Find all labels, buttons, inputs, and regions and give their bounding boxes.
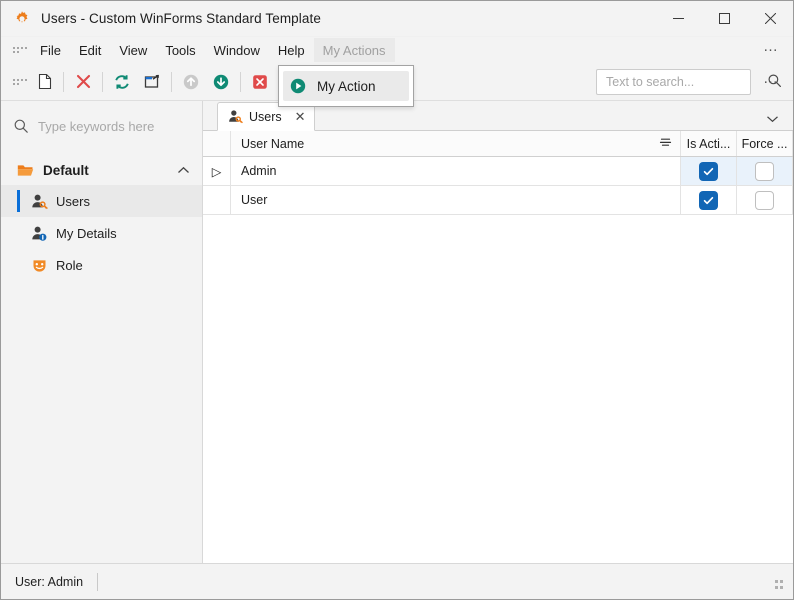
- status-bar: User: Admin: [1, 563, 793, 599]
- chevron-up-icon[interactable]: [177, 163, 190, 178]
- export-icon[interactable]: [137, 68, 167, 96]
- app-window: Users - Custom WinForms Standard Templat…: [0, 0, 794, 600]
- toolbar-separator: [63, 71, 64, 92]
- mask-icon: [31, 257, 48, 274]
- move-down-icon[interactable]: [206, 68, 236, 96]
- sidebar-item-users[interactable]: Users: [1, 185, 202, 217]
- move-up-icon[interactable]: [176, 68, 206, 96]
- status-separator: [97, 572, 99, 591]
- grid-empty-area: [203, 215, 793, 563]
- minimize-button[interactable]: [655, 1, 701, 37]
- play-circle-icon: [289, 77, 307, 95]
- close-button[interactable]: [747, 1, 793, 37]
- close-icon[interactable]: ✕: [295, 110, 306, 123]
- cell-user-name[interactable]: User: [231, 186, 681, 214]
- sidebar-group-default[interactable]: Default: [1, 155, 202, 185]
- grid-header-force[interactable]: Force ...: [737, 131, 793, 156]
- sidebar-item-my-details[interactable]: My Details: [1, 217, 202, 249]
- row-indicator: ▷: [203, 157, 231, 185]
- sidebar-item-label: Users: [56, 193, 90, 209]
- sidebar-item-label: Role: [56, 257, 83, 273]
- table-row[interactable]: ▷ Admin: [203, 157, 793, 186]
- grid-header-user-name[interactable]: User Name: [231, 131, 681, 156]
- my-actions-dropdown: My Action: [278, 65, 414, 107]
- checkbox-unchecked-icon[interactable]: [755, 190, 774, 210]
- title-bar-left: Users - Custom WinForms Standard Templat…: [1, 10, 655, 28]
- grid-header-indicator: [203, 131, 231, 156]
- menu-item-edit[interactable]: Edit: [70, 38, 110, 62]
- menu-item-file[interactable]: File: [31, 38, 70, 62]
- sidebar-item-role[interactable]: Role: [1, 249, 202, 281]
- sidebar-search-input[interactable]: [38, 118, 214, 134]
- cell-is-active[interactable]: [681, 157, 737, 185]
- refresh-icon[interactable]: [107, 68, 137, 96]
- toolbar-separator: [171, 71, 172, 92]
- user-key-icon: [31, 193, 48, 210]
- delete-icon[interactable]: [68, 68, 98, 96]
- window-title: Users - Custom WinForms Standard Templat…: [41, 11, 321, 26]
- cell-is-active[interactable]: [681, 186, 737, 214]
- toolbar-overflow-button[interactable]: …: [763, 71, 779, 90]
- toolbar-separator: [102, 71, 103, 92]
- user-info-icon: [31, 225, 48, 242]
- my-action-label: My Action: [317, 78, 376, 94]
- new-icon[interactable]: [29, 68, 59, 96]
- toolbar-grip-handle[interactable]: [13, 75, 27, 89]
- search-input[interactable]: [606, 74, 767, 89]
- folder-open-icon: [17, 163, 34, 178]
- user-key-icon: [228, 109, 243, 124]
- menu-overflow-button[interactable]: …: [763, 39, 779, 58]
- cell-user-name[interactable]: Admin: [231, 157, 681, 185]
- filter-icon[interactable]: [659, 136, 672, 152]
- menu-item-view[interactable]: View: [110, 38, 156, 62]
- menu-grip-handle[interactable]: [13, 43, 27, 57]
- window-controls: [655, 1, 793, 37]
- gear-icon: [13, 10, 31, 28]
- grid-header-user-name-label: User Name: [241, 136, 305, 151]
- menu-item-my-action[interactable]: My Action: [283, 71, 409, 101]
- sidebar-search-box[interactable]: [1, 107, 214, 145]
- maximize-button[interactable]: [701, 1, 747, 37]
- cancel-icon[interactable]: [245, 68, 275, 96]
- chevron-down-icon[interactable]: [766, 111, 779, 126]
- row-indicator: [203, 186, 231, 214]
- checkbox-checked-icon[interactable]: [699, 161, 718, 181]
- search-icon: [13, 118, 29, 134]
- checkbox-unchecked-icon[interactable]: [755, 161, 774, 181]
- menu-item-tools[interactable]: Tools: [156, 38, 204, 62]
- sidebar: Default Users: [1, 101, 214, 563]
- users-grid: User Name Is Acti... Force ... ▷ Admin U…: [203, 131, 793, 563]
- menu-item-window[interactable]: Window: [205, 38, 269, 62]
- toolbar-separator: [240, 71, 241, 92]
- toolbar-search-area: …: [596, 68, 793, 95]
- resize-grip[interactable]: [775, 580, 785, 590]
- menu-item-help[interactable]: Help: [269, 38, 314, 62]
- title-bar: Users - Custom WinForms Standard Templat…: [1, 1, 793, 37]
- content-area: Users ✕ User Name Is Acti... Force ... ▷…: [203, 101, 793, 563]
- main-body: Default Users: [1, 101, 793, 563]
- checkbox-checked-icon[interactable]: [699, 190, 718, 210]
- menu-bar: File Edit View Tools Window Help My Acti…: [1, 37, 793, 63]
- menu-item-my-actions[interactable]: My Actions: [313, 38, 395, 62]
- cell-force[interactable]: [737, 186, 793, 214]
- tab-label: Users: [249, 109, 282, 124]
- status-user-label: User: Admin: [15, 574, 84, 589]
- grid-header-row: User Name Is Acti... Force ...: [203, 131, 793, 157]
- sidebar-item-label: My Details: [56, 225, 117, 241]
- cell-force[interactable]: [737, 157, 793, 185]
- grid-header-is-active[interactable]: Is Acti...: [681, 131, 737, 156]
- table-row[interactable]: User: [203, 186, 793, 215]
- sidebar-group-label: Default: [43, 162, 89, 178]
- search-box[interactable]: [596, 68, 781, 95]
